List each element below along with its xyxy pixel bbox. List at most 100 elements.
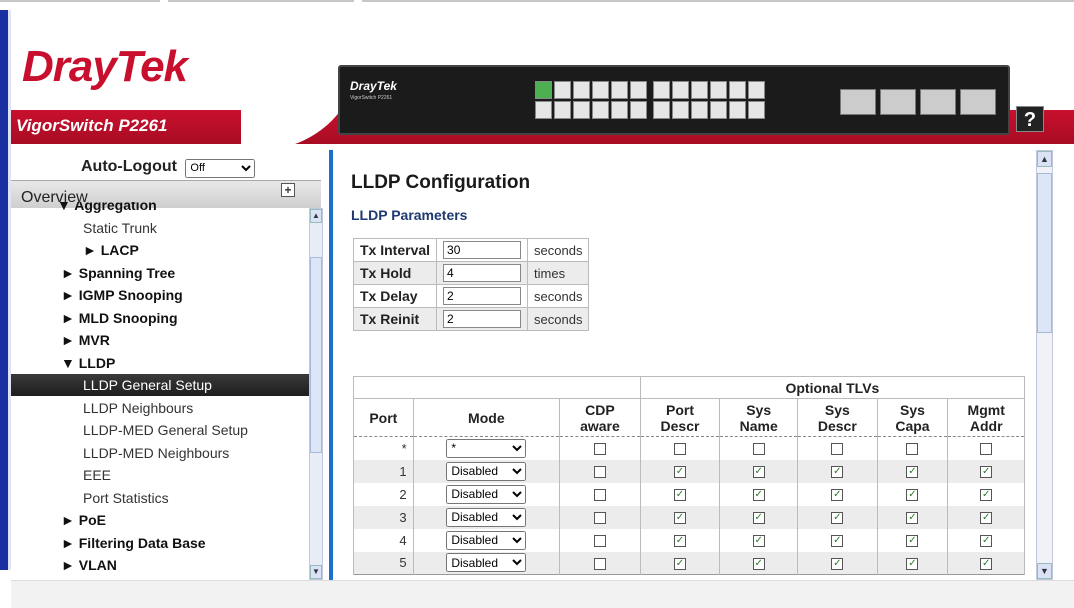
port-icon[interactable]	[729, 81, 746, 99]
sidebar-item[interactable]: ► Filtering Data Base	[11, 532, 309, 554]
sidebar-item[interactable]: ► PoE	[11, 509, 309, 531]
mode-select[interactable]: Disabled	[446, 484, 527, 504]
checkbox[interactable]	[752, 443, 765, 456]
port-icon[interactable]	[573, 101, 590, 119]
mode-select[interactable]: *	[446, 438, 527, 458]
port-icon[interactable]	[748, 101, 765, 119]
param-input[interactable]	[443, 241, 522, 259]
scroll-thumb[interactable]	[310, 257, 322, 453]
sidebar-item[interactable]: ▼ Aggregation	[11, 202, 309, 216]
checkbox[interactable]	[752, 512, 765, 525]
sidebar-scrollbar[interactable]: ▲ ▼	[309, 208, 323, 580]
auto-logout-select[interactable]: Off	[185, 158, 256, 178]
checkbox[interactable]	[752, 557, 765, 570]
scroll-up-icon[interactable]: ▲	[1037, 151, 1052, 167]
checkbox[interactable]	[674, 535, 686, 548]
checkbox[interactable]	[593, 535, 606, 548]
port-icon[interactable]	[672, 81, 689, 99]
checkbox[interactable]	[674, 512, 686, 525]
sidebar-item[interactable]: LLDP General Setup	[11, 374, 309, 396]
checkbox[interactable]	[593, 557, 606, 570]
sidebar-item[interactable]: ► IGMP Snooping	[11, 284, 309, 306]
scroll-thumb[interactable]	[1037, 173, 1052, 333]
checkbox[interactable]	[674, 443, 686, 456]
checkbox[interactable]	[906, 489, 919, 502]
checkbox[interactable]	[906, 535, 919, 548]
checkbox[interactable]	[980, 535, 993, 548]
port-icon[interactable]	[630, 81, 647, 99]
param-input[interactable]	[443, 287, 522, 305]
checkbox[interactable]	[980, 557, 993, 570]
checkbox[interactable]	[593, 489, 606, 502]
checkbox[interactable]	[831, 489, 844, 502]
main-scrollbar[interactable]: ▲ ▼	[1036, 150, 1053, 580]
checkbox[interactable]	[980, 466, 993, 479]
sfp-port-icon[interactable]	[920, 89, 956, 115]
sidebar-item[interactable]: ▼ LLDP	[11, 352, 309, 374]
sfp-port-icon[interactable]	[960, 89, 996, 115]
param-input[interactable]	[443, 264, 522, 282]
sidebar-item[interactable]: ► MLD Snooping	[11, 307, 309, 329]
checkbox[interactable]	[593, 443, 606, 456]
checkbox[interactable]	[674, 489, 686, 502]
sfp-port-icon[interactable]	[840, 89, 876, 115]
checkbox[interactable]	[593, 512, 606, 525]
sfp-port-icon[interactable]	[880, 89, 916, 115]
port-icon[interactable]	[630, 101, 647, 119]
checkbox[interactable]	[831, 443, 844, 456]
port-icon[interactable]	[573, 81, 590, 99]
port-icon[interactable]	[554, 81, 571, 99]
port-icon[interactable]	[554, 101, 571, 119]
port-icon[interactable]	[611, 81, 628, 99]
expand-plus-icon[interactable]: +	[281, 183, 295, 197]
sidebar-item[interactable]: ► VLAN	[11, 554, 309, 576]
port-icon[interactable]	[592, 101, 609, 119]
sidebar-item[interactable]: ► Spanning Tree	[11, 262, 309, 284]
port-icon[interactable]	[672, 101, 689, 119]
sidebar-item[interactable]: ► LACP	[11, 239, 309, 261]
sidebar-item[interactable]: Static Trunk	[11, 217, 309, 239]
port-icon[interactable]	[653, 101, 670, 119]
port-icon[interactable]	[691, 81, 708, 99]
param-input[interactable]	[443, 310, 522, 328]
sidebar-item[interactable]: LLDP-MED General Setup	[11, 419, 309, 441]
port-icon[interactable]	[611, 101, 628, 119]
checkbox[interactable]	[831, 535, 844, 548]
port-icon[interactable]	[535, 81, 552, 99]
checkbox[interactable]	[906, 512, 919, 525]
checkbox[interactable]	[980, 489, 993, 502]
checkbox[interactable]	[752, 535, 765, 548]
checkbox[interactable]	[980, 512, 993, 525]
port-icon[interactable]	[710, 81, 727, 99]
checkbox[interactable]	[831, 466, 844, 479]
checkbox[interactable]	[593, 466, 606, 479]
port-icon[interactable]	[748, 81, 765, 99]
port-icon[interactable]	[592, 81, 609, 99]
scroll-down-icon[interactable]: ▼	[1037, 563, 1052, 579]
checkbox[interactable]	[906, 443, 919, 456]
sidebar-item[interactable]: LLDP Neighbours	[11, 397, 309, 419]
checkbox[interactable]	[674, 557, 686, 570]
checkbox[interactable]	[752, 466, 765, 479]
sidebar-item[interactable]: LLDP-MED Neighbours	[11, 442, 309, 464]
scroll-up-icon[interactable]: ▲	[310, 209, 322, 223]
port-icon[interactable]	[535, 101, 552, 119]
sidebar-item[interactable]: ► MVR	[11, 329, 309, 351]
mode-select[interactable]: Disabled	[446, 461, 527, 481]
help-button[interactable]: ?	[1016, 106, 1044, 132]
mode-select[interactable]: Disabled	[446, 553, 527, 573]
port-icon[interactable]	[653, 81, 670, 99]
mode-select[interactable]: Disabled	[446, 530, 527, 550]
port-icon[interactable]	[710, 101, 727, 119]
mode-select[interactable]: Disabled	[446, 507, 527, 527]
checkbox[interactable]	[831, 557, 844, 570]
checkbox[interactable]	[674, 466, 686, 479]
port-icon[interactable]	[691, 101, 708, 119]
sidebar-item[interactable]: Port Statistics	[11, 487, 309, 509]
checkbox[interactable]	[906, 557, 919, 570]
checkbox[interactable]	[752, 489, 765, 502]
checkbox[interactable]	[906, 466, 919, 479]
checkbox[interactable]	[831, 512, 844, 525]
scroll-down-icon[interactable]: ▼	[310, 565, 322, 579]
sidebar-item[interactable]: EEE	[11, 464, 309, 486]
